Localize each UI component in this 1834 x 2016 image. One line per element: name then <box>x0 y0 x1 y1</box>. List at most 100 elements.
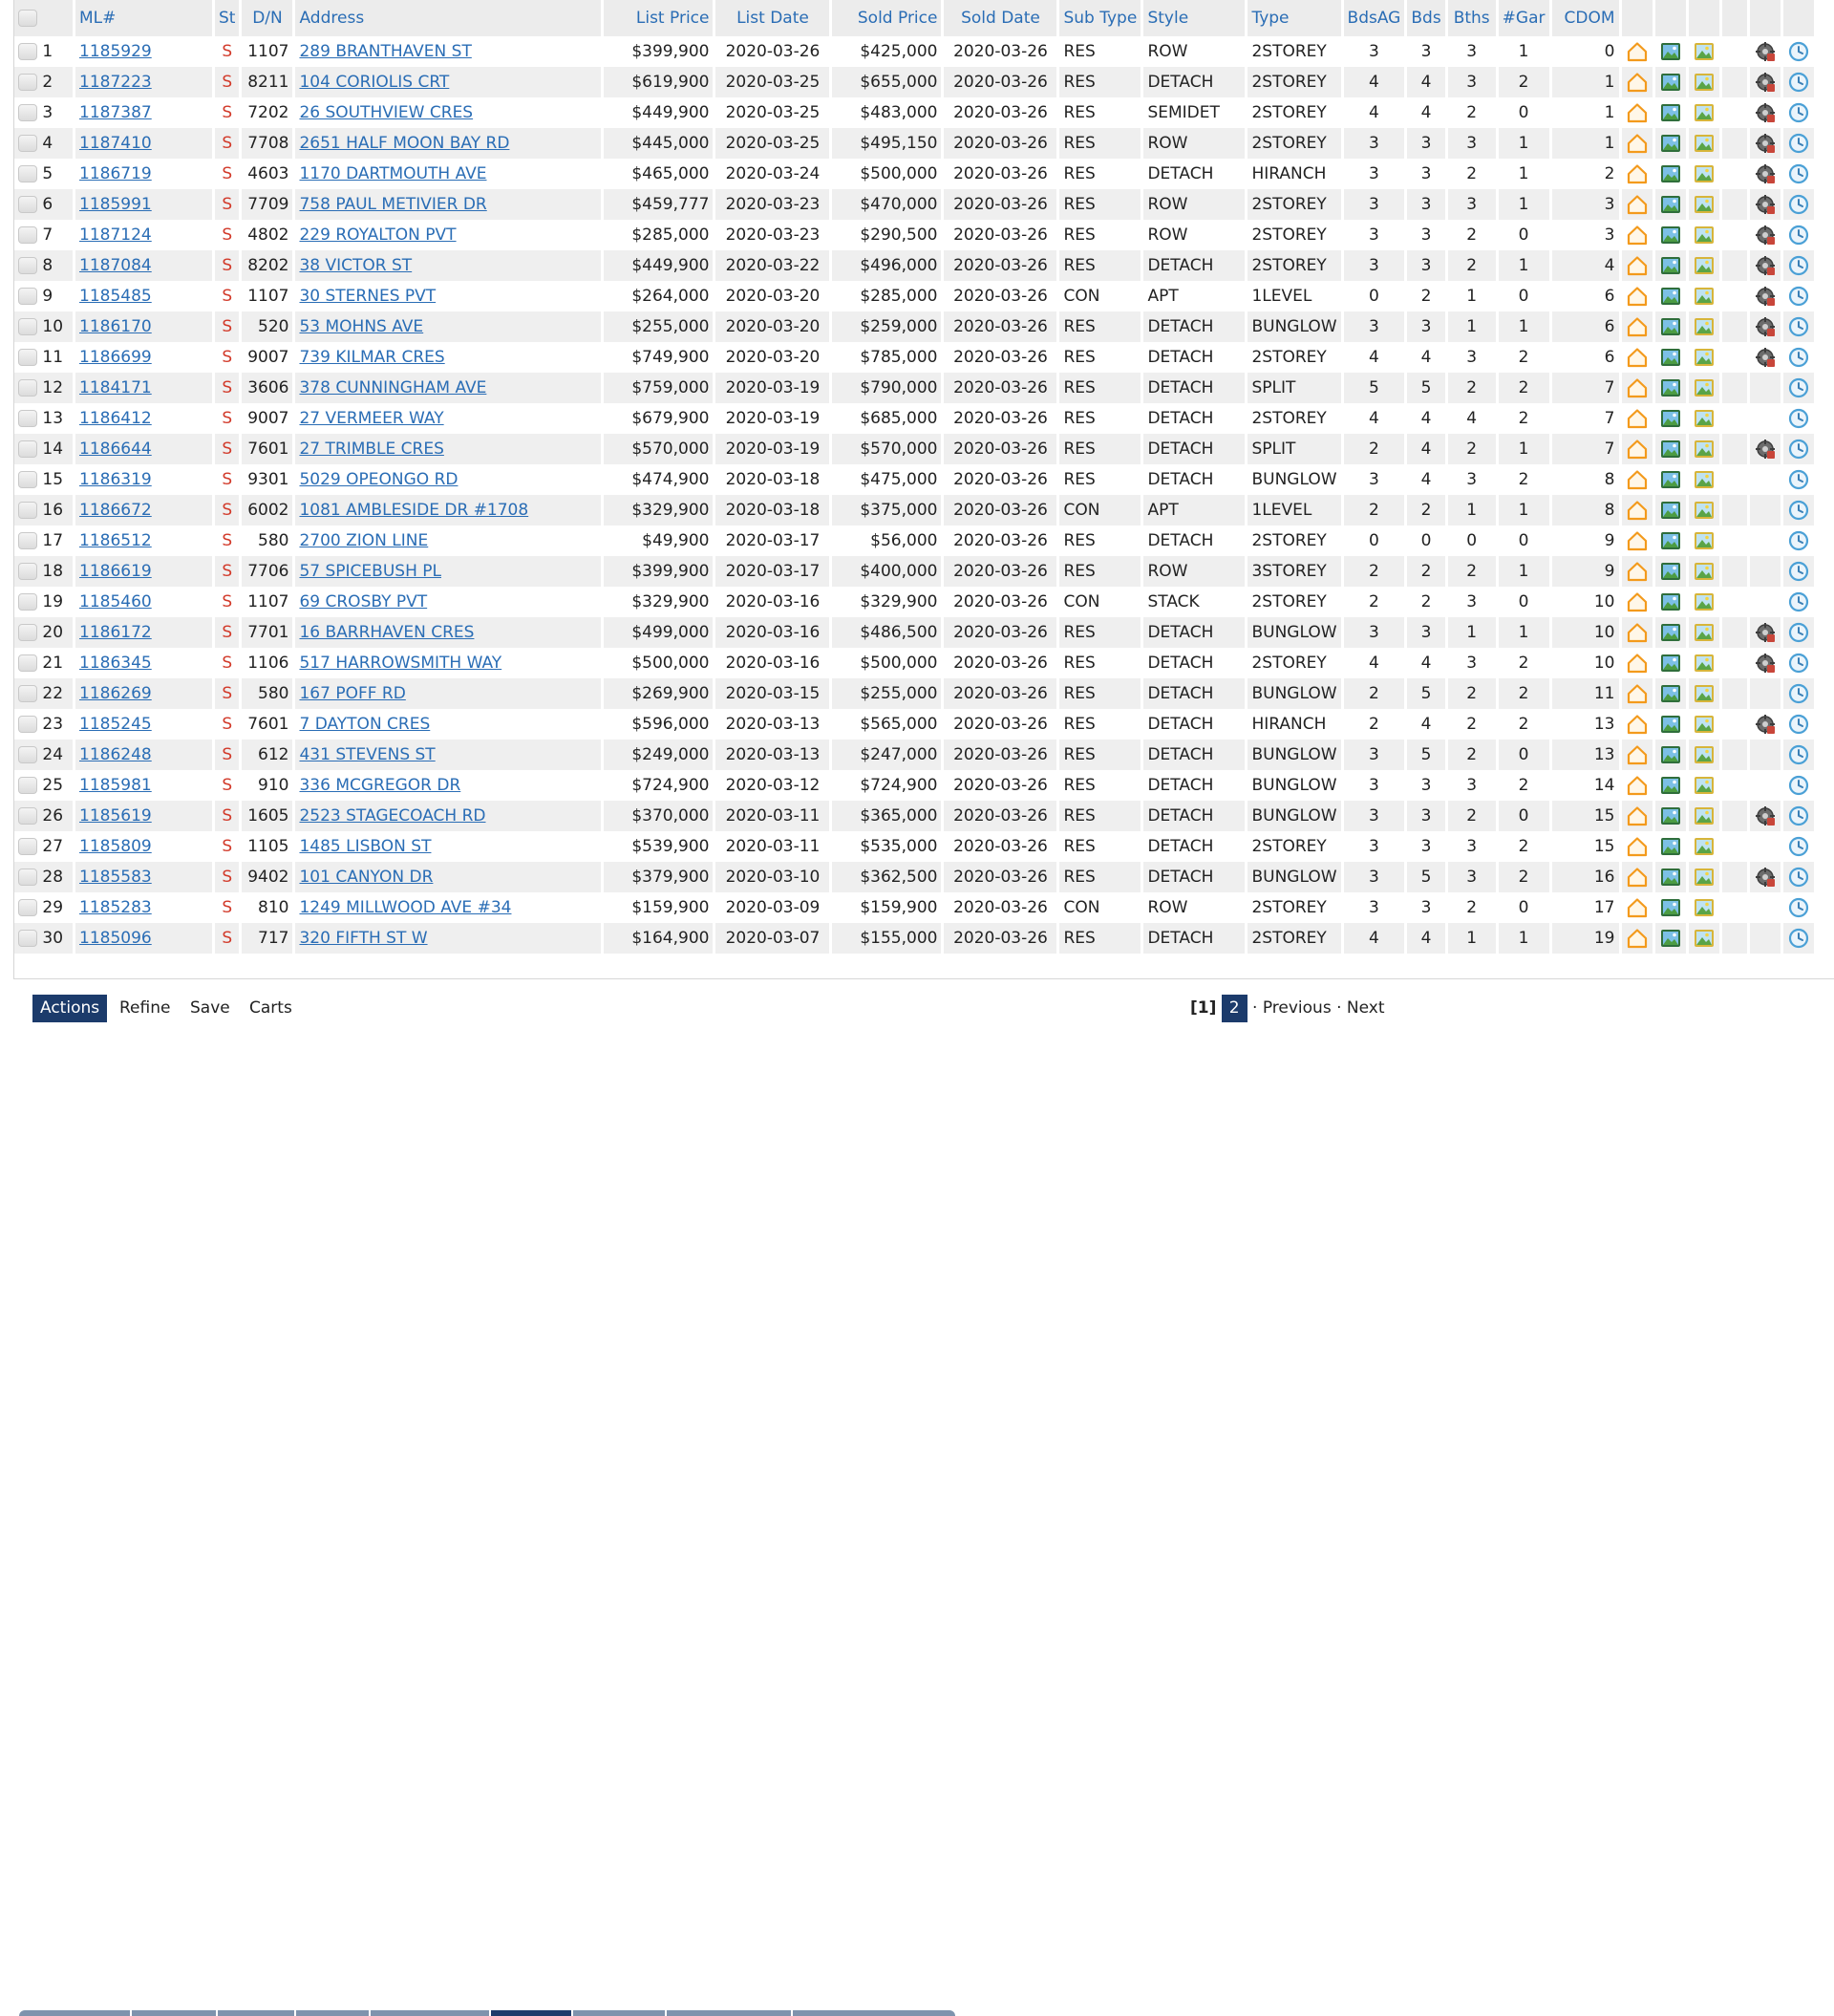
select-all-checkbox[interactable] <box>18 10 37 27</box>
history-icon-cell[interactable] <box>1782 311 1817 342</box>
ml-number-link[interactable]: 1186172 <box>79 623 152 642</box>
extra-tools-icon[interactable] <box>1754 71 1777 94</box>
row-select[interactable]: 13 <box>14 403 75 434</box>
photo-icon-cell[interactable] <box>1688 740 1722 770</box>
photo-icon[interactable] <box>1693 438 1716 461</box>
map-icon-cell[interactable] <box>1654 403 1689 434</box>
house-outline-icon[interactable] <box>1626 804 1649 827</box>
ml-number-cell[interactable]: 1186248 <box>75 740 215 770</box>
history-clock-icon[interactable] <box>1787 132 1810 155</box>
ml-number-link[interactable]: 1185096 <box>79 929 152 948</box>
house-icon-cell[interactable] <box>1621 556 1655 587</box>
photo-icon[interactable] <box>1693 376 1716 399</box>
photo-icon[interactable] <box>1693 71 1716 94</box>
ml-number-link[interactable]: 1185929 <box>79 42 152 61</box>
address-cell[interactable]: 289 BRANTHAVEN ST <box>295 36 605 67</box>
row-select[interactable]: 25 <box>14 770 75 801</box>
row-select[interactable]: 1 <box>14 36 75 67</box>
table-row[interactable]: 27 1185809 S 1105 1485 LISBON ST $539,900 2020… <box>14 831 1817 862</box>
history-icon-cell[interactable] <box>1782 189 1817 220</box>
ml-number-cell[interactable]: 1184171 <box>75 373 215 403</box>
row-select[interactable]: 5 <box>14 159 75 189</box>
photo-icon-cell[interactable] <box>1688 97 1722 128</box>
extra-tools-icon[interactable] <box>1754 804 1777 827</box>
row-checkbox[interactable] <box>18 226 37 244</box>
history-icon-cell[interactable] <box>1782 862 1817 892</box>
house-icon-cell[interactable] <box>1621 648 1655 678</box>
ml-number-cell[interactable]: 1186269 <box>75 678 215 709</box>
map-icon[interactable] <box>1659 346 1682 369</box>
col-header-sold-date[interactable]: Sold Date <box>944 0 1060 36</box>
table-row[interactable]: 20 1186172 S 7701 16 BARRHAVEN CRES $499,000 2… <box>14 617 1817 648</box>
house-icon-cell[interactable] <box>1621 709 1655 740</box>
photo-icon-cell[interactable] <box>1688 159 1722 189</box>
photo-icon[interactable] <box>1693 132 1716 155</box>
table-row[interactable]: 15 1186319 S 9301 5029 OPEONGO RD $474,900 202… <box>14 464 1817 495</box>
page-2-link[interactable]: 2 <box>1221 995 1248 1022</box>
table-row[interactable]: 21 1186345 S 1106 517 HARROWSMITH WAY $500,00… <box>14 648 1817 678</box>
house-icon-cell[interactable] <box>1621 801 1655 831</box>
map-icon-cell[interactable] <box>1654 373 1689 403</box>
ml-number-link[interactable]: 1186719 <box>79 164 152 183</box>
tools-icon-cell[interactable] <box>1749 189 1783 220</box>
history-icon-cell[interactable] <box>1782 831 1817 862</box>
tools-icon-cell[interactable] <box>1749 97 1783 128</box>
address-cell[interactable]: 167 POFF RD <box>295 678 605 709</box>
col-header-sub-type[interactable]: Sub Type <box>1059 0 1144 36</box>
history-clock-icon[interactable] <box>1787 743 1810 766</box>
map-icon-cell[interactable] <box>1654 220 1689 250</box>
house-icon-cell[interactable] <box>1621 128 1655 159</box>
ml-number-cell[interactable]: 1185096 <box>75 923 215 954</box>
house-icon-cell[interactable] <box>1621 250 1655 281</box>
row-select[interactable]: 15 <box>14 464 75 495</box>
photo-icon[interactable] <box>1693 590 1716 613</box>
address-cell[interactable]: 27 TRIMBLE CRES <box>295 434 605 464</box>
history-clock-icon[interactable] <box>1787 438 1810 461</box>
row-select[interactable]: 10 <box>14 311 75 342</box>
ml-number-cell[interactable]: 1186619 <box>75 556 215 587</box>
photo-icon-cell[interactable] <box>1688 464 1722 495</box>
photo-icon[interactable] <box>1693 835 1716 858</box>
map-icon-cell[interactable] <box>1654 801 1689 831</box>
map-icon[interactable] <box>1659 254 1682 277</box>
photo-icon[interactable] <box>1693 254 1716 277</box>
row-checkbox[interactable] <box>18 777 37 794</box>
row-select[interactable]: 12 <box>14 373 75 403</box>
extra-tools-icon[interactable] <box>1754 162 1777 185</box>
tab-strip-segment[interactable] <box>573 2010 667 2016</box>
history-clock-icon[interactable] <box>1787 896 1810 919</box>
ml-number-link[interactable]: 1185583 <box>79 868 152 887</box>
table-row[interactable]: 14 1186644 S 7601 27 TRIMBLE CRES $570,000 202… <box>14 434 1817 464</box>
address-cell[interactable]: 69 CROSBY PVT <box>295 587 605 617</box>
ml-number-cell[interactable]: 1187124 <box>75 220 215 250</box>
house-outline-icon[interactable] <box>1626 101 1649 124</box>
ml-number-cell[interactable]: 1185460 <box>75 587 215 617</box>
history-icon-cell[interactable] <box>1782 923 1817 954</box>
map-icon-cell[interactable] <box>1654 464 1689 495</box>
map-icon[interactable] <box>1659 101 1682 124</box>
address-link[interactable]: 289 BRANTHAVEN ST <box>299 42 471 61</box>
address-link[interactable]: 1081 AMBLESIDE DR #1708 <box>299 501 528 520</box>
tools-icon-cell[interactable] <box>1749 311 1783 342</box>
address-link[interactable]: 69 CROSBY PVT <box>299 592 427 611</box>
photo-icon-cell[interactable] <box>1688 923 1722 954</box>
photo-icon-cell[interactable] <box>1688 831 1722 862</box>
history-clock-icon[interactable] <box>1787 346 1810 369</box>
map-icon-cell[interactable] <box>1654 250 1689 281</box>
map-icon-cell[interactable] <box>1654 862 1689 892</box>
address-cell[interactable]: 1170 DARTMOUTH AVE <box>295 159 605 189</box>
row-checkbox[interactable] <box>18 685 37 702</box>
address-link[interactable]: 5029 OPEONGO RD <box>299 470 458 489</box>
history-clock-icon[interactable] <box>1787 682 1810 705</box>
history-icon-cell[interactable] <box>1782 525 1817 556</box>
house-outline-icon[interactable] <box>1626 132 1649 155</box>
map-icon-cell[interactable] <box>1654 67 1689 97</box>
ml-number-cell[interactable]: 1185929 <box>75 36 215 67</box>
address-cell[interactable]: 1249 MILLWOOD AVE #34 <box>295 892 605 923</box>
row-checkbox[interactable] <box>18 165 37 182</box>
photo-icon-cell[interactable] <box>1688 617 1722 648</box>
history-icon-cell[interactable] <box>1782 250 1817 281</box>
row-checkbox[interactable] <box>18 532 37 549</box>
photo-icon[interactable] <box>1693 499 1716 522</box>
photo-icon[interactable] <box>1693 224 1716 247</box>
